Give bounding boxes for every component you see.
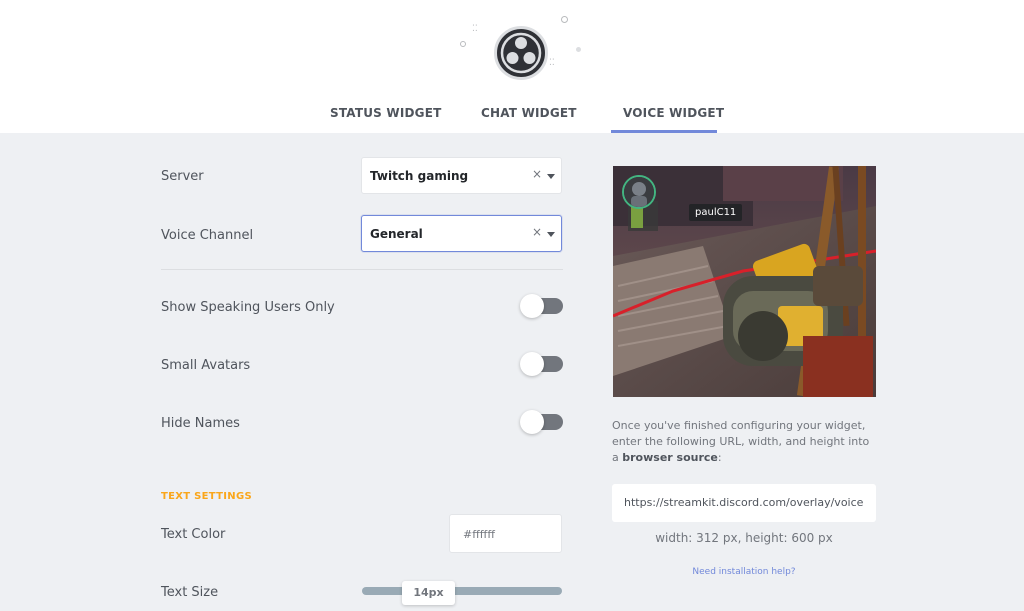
section-divider: [161, 269, 563, 270]
text-color-input[interactable]: #ffffff: [449, 514, 562, 553]
overlay-url-value: https://streamkit.discord.com/overlay/vo…: [624, 496, 864, 509]
chevron-down-icon[interactable]: [547, 174, 555, 179]
tab-status-widget[interactable]: STATUS WIDGET: [330, 106, 442, 120]
toggle-knob: [520, 410, 544, 434]
decorative-circle: [561, 16, 568, 23]
voice-username-label: paulC11: [689, 204, 743, 221]
server-label: Server: [161, 169, 204, 184]
overlay-url-field[interactable]: https://streamkit.discord.com/overlay/vo…: [612, 484, 876, 522]
text-color-value: #ffffff: [463, 528, 495, 541]
text-size-slider-track[interactable]: [362, 587, 562, 595]
server-select-value: Twitch gaming: [370, 169, 469, 183]
obs-logo-icon: [494, 26, 548, 80]
toggle-knob: [520, 352, 544, 376]
active-tab-indicator: [611, 130, 717, 133]
browser-source-label: browser source: [622, 451, 718, 464]
show-speaking-users-toggle[interactable]: [520, 294, 563, 318]
tab-voice-widget[interactable]: VOICE WIDGET: [623, 106, 724, 120]
hide-names-toggle[interactable]: [520, 410, 563, 434]
installation-help-link[interactable]: Need installation help?: [612, 567, 876, 577]
show-speaking-users-label: Show Speaking Users Only: [161, 300, 335, 315]
toggle-knob: [520, 294, 544, 318]
voice-channel-select-value: General: [370, 227, 423, 241]
small-avatars-toggle[interactable]: [520, 352, 563, 376]
voice-channel-label: Voice Channel: [161, 228, 254, 243]
clear-icon[interactable]: ×: [532, 167, 542, 181]
clear-icon[interactable]: ×: [532, 225, 542, 239]
server-select[interactable]: Twitch gaming ×: [361, 157, 562, 194]
hide-names-label: Hide Names: [161, 416, 240, 431]
tab-chat-widget[interactable]: CHAT WIDGET: [481, 106, 577, 120]
text-size-slider-handle[interactable]: 14px: [402, 581, 455, 605]
decorative-circle: [576, 47, 581, 52]
chevron-down-icon[interactable]: [547, 232, 555, 237]
decorative-dots: ⁚⁚: [549, 58, 555, 68]
text-color-label: Text Color: [161, 527, 226, 542]
text-size-value: 14px: [413, 586, 444, 599]
voice-channel-select[interactable]: General ×: [361, 215, 562, 252]
decorative-circle: [460, 41, 466, 47]
instructions-suffix: :: [717, 451, 722, 464]
decorative-dots: ⁚⁚: [472, 24, 478, 34]
widget-dimensions-text: width: 312 px, height: 600 px: [655, 531, 833, 545]
instructions-text: Once you've finished configuring your wi…: [612, 418, 872, 466]
text-settings-title: TEXT SETTINGS: [161, 491, 252, 502]
voice-user-avatar: [622, 175, 656, 209]
small-avatars-label: Small Avatars: [161, 358, 251, 373]
text-size-label: Text Size: [161, 585, 219, 600]
